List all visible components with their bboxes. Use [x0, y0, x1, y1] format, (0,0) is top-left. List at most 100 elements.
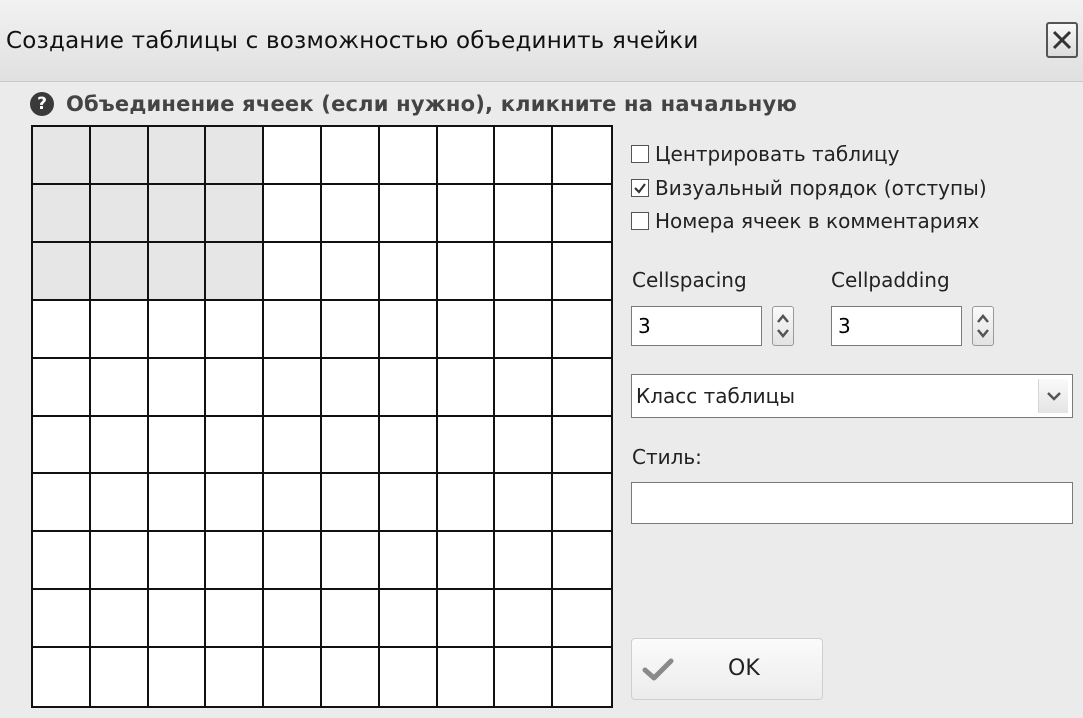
grid-cell[interactable] [206, 648, 265, 706]
grid-cell[interactable] [553, 242, 611, 301]
grid-cell[interactable] [264, 242, 322, 301]
grid-cell[interactable] [321, 532, 380, 591]
grid-cell[interactable] [379, 590, 438, 649]
grid-cell[interactable] [264, 184, 322, 243]
grid-cell[interactable] [321, 127, 380, 185]
grid-cell[interactable] [33, 358, 91, 417]
grid-cell[interactable] [33, 532, 91, 591]
option-cell-numbers[interactable]: Номера ячеек в комментариях [631, 205, 987, 237]
grid-cell[interactable] [206, 590, 265, 649]
grid-cell[interactable] [321, 416, 380, 475]
grid-cell[interactable] [206, 474, 265, 533]
grid-cell[interactable] [90, 590, 149, 649]
grid-cell[interactable] [33, 300, 91, 359]
close-button[interactable] [1046, 22, 1078, 58]
grid-cell[interactable] [33, 184, 91, 243]
grid-cell[interactable] [148, 532, 207, 591]
grid-cell[interactable] [33, 648, 91, 706]
grid-cell[interactable] [264, 300, 322, 359]
grid-cell[interactable] [321, 300, 380, 359]
grid-cell[interactable] [379, 127, 438, 185]
grid-cell[interactable] [321, 590, 380, 649]
cellspacing-input[interactable] [631, 306, 762, 346]
grid-cell[interactable] [148, 300, 207, 359]
grid-cell[interactable] [553, 590, 611, 649]
question-circle-icon[interactable]: ? [30, 92, 54, 116]
grid-cell[interactable] [379, 474, 438, 533]
grid-cell[interactable] [495, 300, 554, 359]
grid-cell[interactable] [553, 474, 611, 533]
grid-cell[interactable] [379, 416, 438, 475]
grid-cell[interactable] [495, 358, 554, 417]
cellpadding-input[interactable] [831, 306, 962, 346]
grid-cell[interactable] [437, 242, 496, 301]
grid-cell[interactable] [437, 416, 496, 475]
grid-cell[interactable] [437, 590, 496, 649]
grid-cell[interactable] [495, 590, 554, 649]
grid-cell[interactable] [321, 474, 380, 533]
grid-cell[interactable] [437, 648, 496, 706]
grid-cell[interactable] [379, 242, 438, 301]
grid-cell[interactable] [495, 648, 554, 706]
grid-cell[interactable] [148, 416, 207, 475]
grid-cell[interactable] [437, 474, 496, 533]
grid-cell[interactable] [495, 474, 554, 533]
grid-cell[interactable] [264, 474, 322, 533]
ok-button[interactable]: OK [631, 638, 823, 700]
grid-cell[interactable] [264, 416, 322, 475]
grid-cell[interactable] [33, 474, 91, 533]
grid-cell[interactable] [206, 358, 265, 417]
grid-cell[interactable] [437, 358, 496, 417]
grid-cell[interactable] [437, 127, 496, 185]
grid-cell[interactable] [90, 300, 149, 359]
grid-cell[interactable] [379, 532, 438, 591]
grid-cell[interactable] [90, 358, 149, 417]
grid-cell[interactable] [264, 532, 322, 591]
grid-cell[interactable] [553, 300, 611, 359]
grid-cell[interactable] [553, 416, 611, 475]
grid-cell[interactable] [148, 358, 207, 417]
grid-cell[interactable] [206, 242, 265, 301]
grid-cell[interactable] [206, 532, 265, 591]
grid-cell[interactable] [495, 242, 554, 301]
grid-cell[interactable] [33, 590, 91, 649]
grid-cell[interactable] [148, 474, 207, 533]
grid-cell[interactable] [379, 648, 438, 706]
grid-cell[interactable] [33, 127, 91, 185]
grid-cell[interactable] [379, 300, 438, 359]
grid-cell[interactable] [90, 184, 149, 243]
dropdown-button[interactable] [1038, 379, 1068, 413]
grid-cell[interactable] [206, 416, 265, 475]
style-input[interactable] [631, 482, 1073, 524]
grid-cell[interactable] [321, 184, 380, 243]
grid-cell[interactable] [206, 300, 265, 359]
grid-cell[interactable] [148, 184, 207, 243]
grid-cell[interactable] [90, 474, 149, 533]
grid-cell[interactable] [148, 590, 207, 649]
grid-cell[interactable] [437, 184, 496, 243]
table-class-select[interactable]: Класс таблицы [631, 374, 1073, 418]
grid-cell[interactable] [553, 532, 611, 591]
cell-numbers-checkbox[interactable] [631, 212, 649, 230]
option-center-table[interactable]: Центрировать таблицу [631, 138, 987, 170]
grid-cell[interactable] [437, 300, 496, 359]
grid-cell[interactable] [264, 590, 322, 649]
grid-cell[interactable] [148, 127, 207, 185]
grid-cell[interactable] [321, 648, 380, 706]
title-bar[interactable]: Создание таблицы с возможностью объедини… [0, 0, 1083, 82]
grid-cell[interactable] [90, 416, 149, 475]
grid-cell[interactable] [90, 648, 149, 706]
grid-cell[interactable] [379, 358, 438, 417]
grid-cell[interactable] [90, 127, 149, 185]
grid-cell[interactable] [206, 184, 265, 243]
grid-cell[interactable] [33, 416, 91, 475]
grid-cell[interactable] [553, 358, 611, 417]
grid-cell[interactable] [553, 648, 611, 706]
grid-cell[interactable] [495, 532, 554, 591]
option-visual-order[interactable]: Визуальный порядок (отступы) [631, 172, 987, 204]
grid-cell[interactable] [206, 127, 265, 185]
visual-order-checkbox[interactable] [631, 179, 649, 197]
grid-cell[interactable] [495, 127, 554, 185]
grid-cell[interactable] [553, 184, 611, 243]
cellspacing-spin-buttons[interactable] [772, 306, 794, 346]
